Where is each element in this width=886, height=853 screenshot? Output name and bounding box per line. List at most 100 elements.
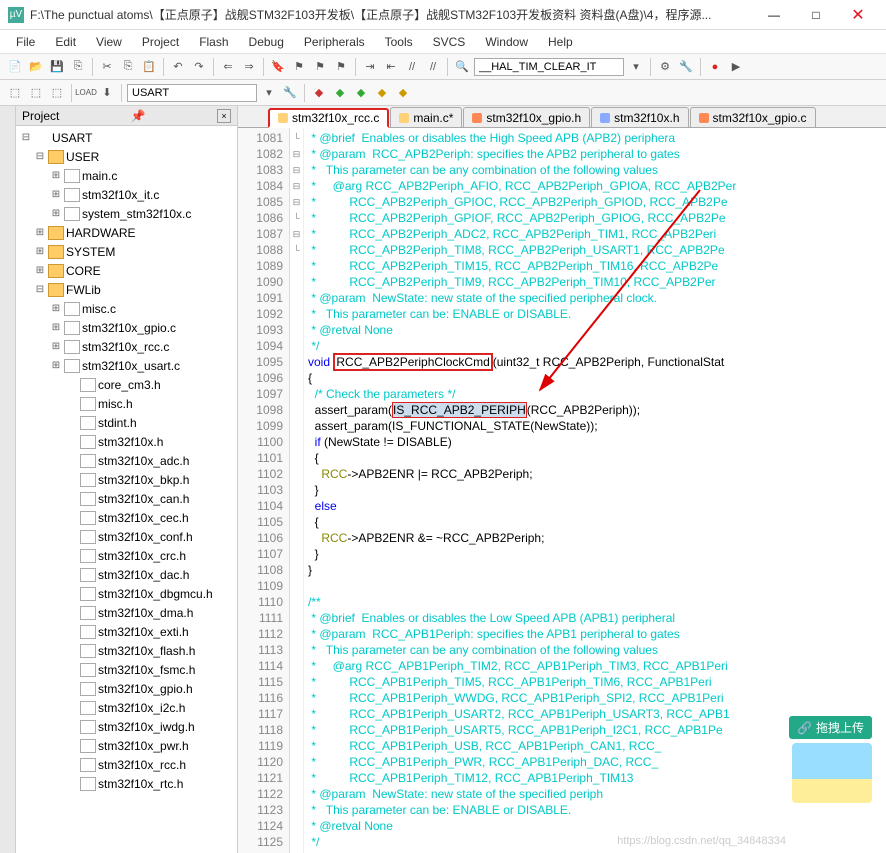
file-misc-h[interactable]: misc.h [16, 394, 237, 413]
file-stm32f10x_adc-h[interactable]: stm32f10x_adc.h [16, 451, 237, 470]
indent-icon[interactable]: ⇥ [361, 58, 379, 76]
file-stm32f10x_can-h[interactable]: stm32f10x_can.h [16, 489, 237, 508]
bookmark-icon[interactable]: 🔖 [269, 58, 287, 76]
download-icon[interactable]: ⬇ [98, 84, 116, 102]
pack-icon[interactable]: ◆ [352, 84, 370, 102]
tab-stm32f10x-rcc-c[interactable]: stm32f10x_rcc.c [268, 108, 389, 128]
twisty-icon[interactable]: ⊞ [50, 170, 62, 181]
file-stm32f10x_fsmc-h[interactable]: stm32f10x_fsmc.h [16, 660, 237, 679]
group-core[interactable]: ⊞CORE [16, 261, 237, 280]
menu-project[interactable]: Project [134, 33, 187, 51]
tab-stm32f10x-gpio-c[interactable]: stm32f10x_gpio.c [690, 107, 816, 127]
uncomment-icon[interactable]: // [424, 58, 442, 76]
twisty-icon[interactable]: ⊟ [34, 284, 46, 295]
redo-icon[interactable]: ↷ [190, 58, 208, 76]
file-stm32f10x_crc-h[interactable]: stm32f10x_crc.h [16, 546, 237, 565]
manage-rte-icon[interactable]: ◆ [373, 84, 391, 102]
upload-badge[interactable]: 🔗 拖拽上传 [789, 716, 872, 739]
file-misc-c[interactable]: ⊞misc.c [16, 299, 237, 318]
file-stm32f10x_i2c-h[interactable]: stm32f10x_i2c.h [16, 698, 237, 717]
menu-debug[interactable]: Debug [241, 33, 292, 51]
menu-edit[interactable]: Edit [47, 33, 84, 51]
nav-back-icon[interactable]: ⇐ [219, 58, 237, 76]
config-icon[interactable]: ⚙ [656, 58, 674, 76]
comment-icon[interactable]: // [403, 58, 421, 76]
file-stm32f10x_iwdg-h[interactable]: stm32f10x_iwdg.h [16, 717, 237, 736]
pin-icon[interactable]: 📌 [131, 109, 146, 123]
new-icon[interactable]: 📄 [6, 58, 24, 76]
twisty-icon[interactable]: ⊟ [20, 132, 32, 143]
menu-view[interactable]: View [88, 33, 130, 51]
twisty-icon[interactable]: ⊞ [50, 341, 62, 352]
run-icon[interactable]: ▶ [727, 58, 745, 76]
file-stm32f10x_conf-h[interactable]: stm32f10x_conf.h [16, 527, 237, 546]
cut-icon[interactable]: ✂ [98, 58, 116, 76]
menu-flash[interactable]: Flash [191, 33, 236, 51]
select-icon[interactable]: ◆ [394, 84, 412, 102]
flag-next-icon[interactable]: ⚑ [332, 58, 350, 76]
twisty-icon[interactable]: ⊞ [34, 246, 46, 257]
menu-svcs[interactable]: SVCS [425, 33, 474, 51]
menu-file[interactable]: File [8, 33, 43, 51]
file-stm32f10x_dbgmcu-h[interactable]: stm32f10x_dbgmcu.h [16, 584, 237, 603]
file-stm32f10x_dma-h[interactable]: stm32f10x_dma.h [16, 603, 237, 622]
breakpoint-icon[interactable]: ● [706, 58, 724, 76]
file-stm32f10x-h[interactable]: stm32f10x.h [16, 432, 237, 451]
file-stm32f10x_it-c[interactable]: ⊞stm32f10x_it.c [16, 185, 237, 204]
group-system[interactable]: ⊞SYSTEM [16, 242, 237, 261]
tab-main-c-[interactable]: main.c* [390, 107, 462, 127]
fold-gutter[interactable]: └ ⊟ ⊟ ⊟ ⊟ └ ⊟ └ [290, 128, 304, 853]
twisty-icon[interactable]: ⊞ [50, 189, 62, 200]
file-stm32f10x_pwr-h[interactable]: stm32f10x_pwr.h [16, 736, 237, 755]
file-stm32f10x_rcc-h[interactable]: stm32f10x_rcc.h [16, 755, 237, 774]
find-icon[interactable]: 🔍 [453, 58, 471, 76]
twisty-icon[interactable]: ⊞ [34, 227, 46, 238]
books-icon[interactable]: ◆ [331, 84, 349, 102]
manage-icon[interactable]: ◆ [310, 84, 328, 102]
options-icon[interactable]: 🔧 [281, 84, 299, 102]
twisty-icon[interactable]: ⊞ [50, 303, 62, 314]
close-button[interactable]: ✕ [838, 1, 878, 29]
minimize-button[interactable]: — [754, 1, 794, 29]
group-user[interactable]: ⊟USER [16, 147, 237, 166]
project-tree[interactable]: ⊟USART⊟USER⊞main.c⊞stm32f10x_it.c⊞system… [16, 126, 237, 853]
search-dropdown-icon[interactable]: ▾ [627, 58, 645, 76]
group-fwlib[interactable]: ⊟FWLib [16, 280, 237, 299]
nav-fwd-icon[interactable]: ⇒ [240, 58, 258, 76]
ime-scene-icon[interactable] [792, 743, 872, 803]
rebuild-icon[interactable]: ⬚ [48, 84, 66, 102]
load-icon[interactable]: LOAD [77, 84, 95, 102]
file-core_cm3-h[interactable]: core_cm3.h [16, 375, 237, 394]
menu-help[interactable]: Help [540, 33, 581, 51]
file-system_stm32f10x-c[interactable]: ⊞system_stm32f10x.c [16, 204, 237, 223]
save-icon[interactable]: 💾 [48, 58, 66, 76]
file-stm32f10x_rcc-c[interactable]: ⊞stm32f10x_rcc.c [16, 337, 237, 356]
file-stm32f10x_cec-h[interactable]: stm32f10x_cec.h [16, 508, 237, 527]
target-root[interactable]: ⊟USART [16, 128, 237, 147]
file-stm32f10x_rtc-h[interactable]: stm32f10x_rtc.h [16, 774, 237, 793]
tab-stm32f10x-gpio-h[interactable]: stm32f10x_gpio.h [463, 107, 590, 127]
target-combo[interactable] [127, 84, 257, 102]
file-stm32f10x_usart-c[interactable]: ⊞stm32f10x_usart.c [16, 356, 237, 375]
twisty-icon[interactable]: ⊟ [34, 151, 46, 162]
twisty-icon[interactable]: ⊞ [50, 208, 62, 219]
menu-peripherals[interactable]: Peripherals [296, 33, 373, 51]
group-hardware[interactable]: ⊞HARDWARE [16, 223, 237, 242]
menu-tools[interactable]: Tools [377, 33, 421, 51]
menu-window[interactable]: Window [477, 33, 536, 51]
file-stm32f10x_bkp-h[interactable]: stm32f10x_bkp.h [16, 470, 237, 489]
debug-icon[interactable]: 🔧 [677, 58, 695, 76]
twisty-icon[interactable]: ⊞ [50, 360, 62, 371]
file-stdint-h[interactable]: stdint.h [16, 413, 237, 432]
build-all-icon[interactable]: ⬚ [27, 84, 45, 102]
twisty-icon[interactable]: ⊞ [50, 322, 62, 333]
save-all-icon[interactable]: ⎘ [69, 58, 87, 76]
undo-icon[interactable]: ↶ [169, 58, 187, 76]
tab-stm32f10x-h[interactable]: stm32f10x.h [591, 107, 688, 127]
panel-close-icon[interactable]: × [217, 109, 231, 123]
build-icon[interactable]: ⬚ [6, 84, 24, 102]
file-stm32f10x_flash-h[interactable]: stm32f10x_flash.h [16, 641, 237, 660]
paste-icon[interactable]: 📋 [140, 58, 158, 76]
copy-icon[interactable]: ⎘ [119, 58, 137, 76]
file-stm32f10x_gpio-h[interactable]: stm32f10x_gpio.h [16, 679, 237, 698]
